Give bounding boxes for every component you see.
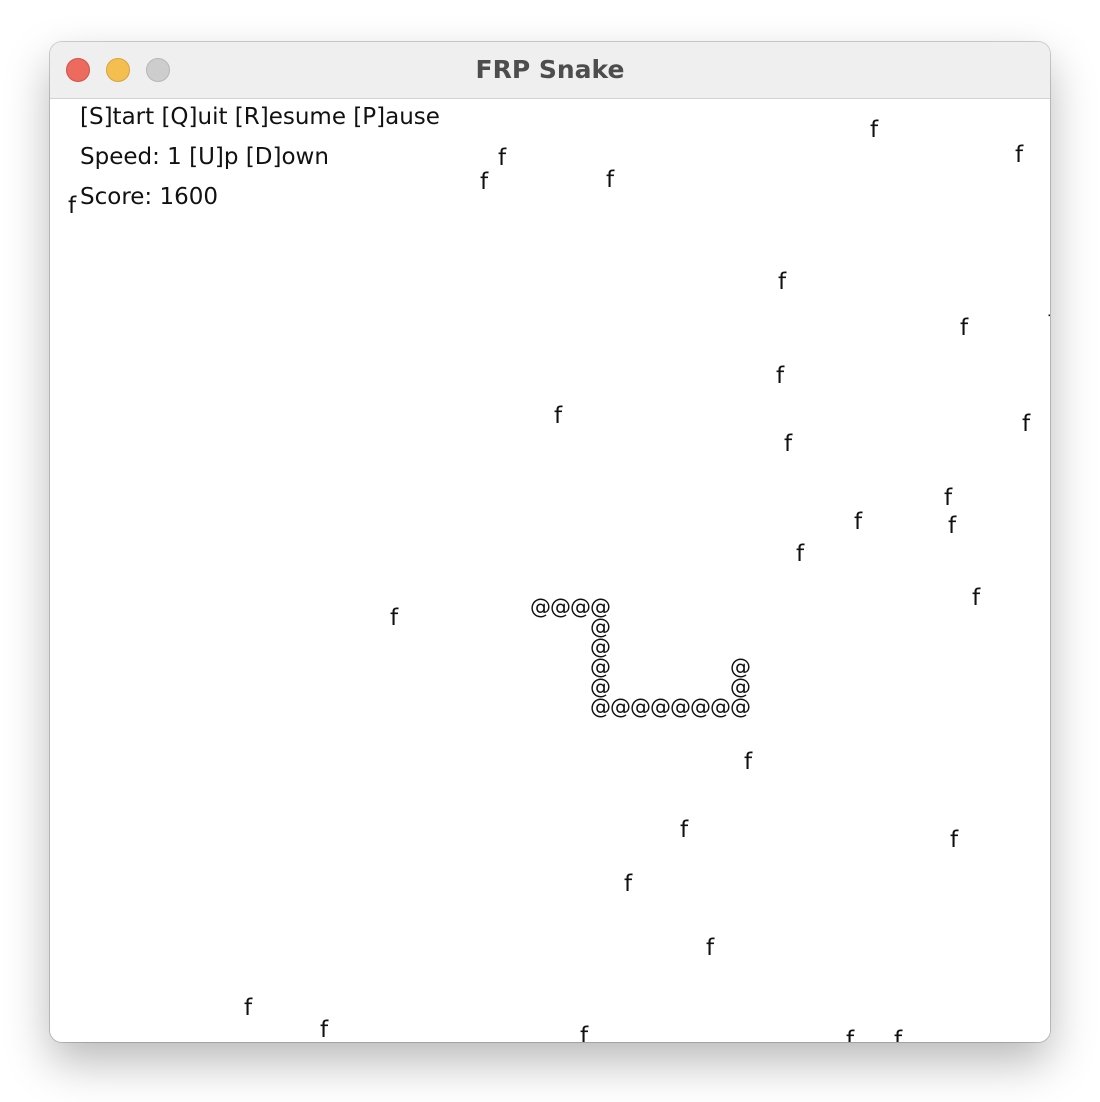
food-item: f (950, 827, 959, 853)
food-item: f (390, 605, 399, 631)
food-item: f (624, 871, 633, 897)
snake-segment: @ (710, 695, 731, 719)
snake-segment: @ (670, 695, 691, 719)
food-item: f (972, 585, 981, 611)
food-item: f (293, 99, 301, 102)
snake-segment: @ (550, 595, 571, 619)
food-item: f (706, 935, 715, 961)
food-item: f (606, 167, 615, 193)
speed-text: Speed: 1 [U]p [D]own (80, 144, 329, 170)
food-item: f (244, 995, 253, 1021)
food-item: f (854, 509, 863, 535)
food-item: f (580, 1023, 589, 1043)
food-item: f (1015, 142, 1024, 168)
snake-segment: @ (570, 595, 591, 619)
snake-segment: @ (590, 695, 611, 719)
food-item: f (944, 485, 953, 511)
food-item: f (846, 1027, 855, 1043)
food-item: f (680, 817, 689, 843)
food-item: f (870, 117, 879, 143)
snake-segment: @ (530, 595, 551, 619)
snake-segment: @ (730, 695, 751, 719)
window-title: FRP Snake (475, 55, 625, 84)
food-item: f (68, 193, 77, 219)
snake-segment: @ (610, 695, 631, 719)
food-item: f (776, 363, 785, 389)
snake-segment: @ (690, 695, 711, 719)
snake-segment: @ (650, 695, 671, 719)
controls-text: [S]tart [Q]uit [R]esume [P]ause (80, 104, 440, 130)
game-window: FRP Snake [S]tart [Q]uit [R]esume [P]aus… (50, 42, 1050, 1042)
food-item: f (960, 315, 969, 341)
snake-segment: @ (630, 695, 651, 719)
food-item: f (554, 403, 563, 429)
food-item: f (796, 541, 805, 567)
food-item: f (1048, 309, 1050, 332)
food-item: f (784, 431, 793, 457)
food-item: f (1022, 411, 1031, 437)
food-item: f (498, 145, 507, 171)
food-item: f (320, 1017, 329, 1042)
snake-segment: @ (730, 675, 751, 699)
game-board[interactable]: [S]tart [Q]uit [R]esume [P]ause Speed: 1… (50, 99, 1050, 1042)
score-text: Score: 1600 (80, 184, 219, 210)
food-item: f (744, 749, 753, 775)
title-bar[interactable]: FRP Snake (50, 42, 1050, 99)
food-item: f (480, 169, 489, 195)
food-item: f (948, 513, 957, 539)
snake-segment: @ (730, 655, 751, 679)
food-item: f (778, 269, 787, 295)
food-item: f (894, 1027, 903, 1043)
